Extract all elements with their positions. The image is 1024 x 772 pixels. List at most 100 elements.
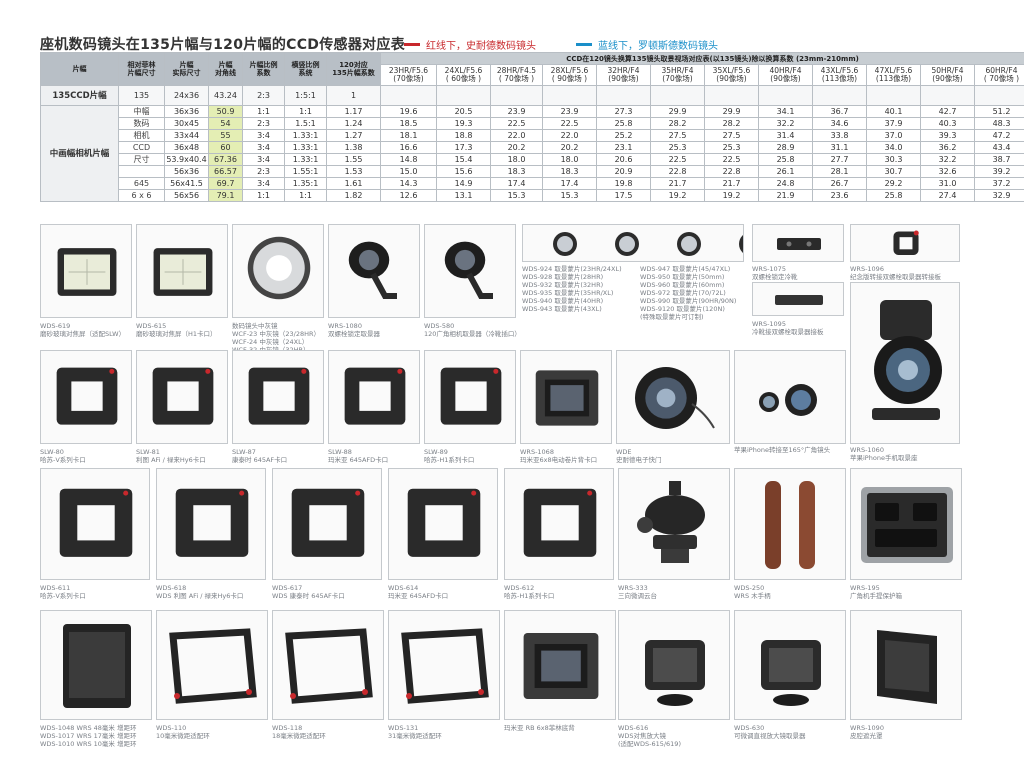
cell-focal-equiv: 25.8	[596, 117, 651, 130]
cell-focal-equiv: 19.3	[436, 117, 491, 130]
product-image	[752, 224, 844, 262]
adapter-plate-icon	[152, 367, 214, 425]
col-diagonal: 片幅 对角线	[208, 52, 243, 86]
product-image	[40, 610, 152, 720]
product-caption: SLW-81 利图 AFi / 禄来Hy6卡口	[136, 448, 206, 464]
product-caption: WRS-1090 皮腔遮光罩	[850, 724, 884, 740]
adapter-frame-icon	[169, 628, 257, 704]
cell-size: 36x36	[164, 105, 209, 118]
cell-focal-equiv: 20.2	[490, 141, 543, 154]
product-description: 磨砂玻璃对焦屏（H1卡口）	[136, 330, 217, 338]
cell-coef: 1.17	[326, 105, 381, 118]
cell-focal-equiv: 20.2	[542, 141, 597, 154]
cell-focal-equiv: 36.7	[812, 105, 867, 118]
cell-aspect: 1:1	[284, 105, 327, 118]
cell-size: 24x36	[164, 85, 209, 106]
product-image	[40, 350, 132, 444]
cell-aspect: 1.33:1	[284, 153, 327, 166]
product-image	[734, 350, 846, 444]
cell-focal-equiv: 15.0	[380, 165, 437, 178]
camera-back-icon	[535, 370, 599, 426]
product-description: 双螺栓锁定冷靴	[752, 273, 798, 281]
cell-focal-equiv: 22.5	[650, 153, 705, 166]
product-model: WDS-924 取景蒙片(23HR/24XL)	[522, 265, 622, 273]
cell-aspect: 1:5:1	[284, 85, 327, 106]
cell-focal-equiv: 34.6	[812, 117, 867, 130]
lens-icon	[634, 366, 715, 430]
adapter-frame-icon	[401, 628, 489, 704]
product-description: 31毫米微距适配环	[388, 732, 442, 740]
adapter-plate-icon	[56, 367, 118, 425]
cold-shoe-plate-icon	[775, 295, 823, 305]
product-description: WDS-943 取景蒙片(43XL)	[522, 305, 602, 313]
product-description: 玛米亚 645AFD卡口	[328, 456, 389, 464]
product-model: WDS-580	[424, 322, 455, 330]
cell-focal-equiv: 22.5	[542, 117, 597, 130]
col-aspect: 横竖比例 系统	[284, 52, 327, 86]
product-image	[618, 468, 730, 580]
legend-red-label: 红线下，史耐德数码镜头	[426, 41, 536, 52]
legend-blue: 蓝线下，罗顿斯德数码镜头	[576, 37, 718, 52]
cell-focal-equiv: 40.3	[920, 117, 975, 130]
empty-cell	[380, 85, 437, 106]
lens-field: ( 70像场 )	[983, 74, 1020, 83]
cell-focal-equiv: 30.7	[866, 165, 921, 178]
product-image	[850, 610, 962, 720]
product-description: WDS-950 取景蒙片(50mm)	[640, 273, 725, 281]
product-description: 广角机手提保护箱	[850, 592, 902, 600]
cell-focal-equiv: 32.6	[920, 165, 975, 178]
viewfinder-icon	[444, 241, 493, 299]
cell-focal-equiv: 28.9	[758, 141, 813, 154]
product-description: 120广角相机取景器（冷靴插口）	[424, 330, 521, 338]
cell-focal-equiv: 22.8	[704, 165, 759, 178]
header: 座机数码镜头在135片幅与120片幅的CCD传感器对应表 红线下，史耐德数码镜头…	[40, 34, 1024, 53]
product-model: 数码镜头中灰镜	[232, 322, 278, 330]
magnifier-hood-icon	[761, 640, 821, 706]
cell-focal-equiv: 21.7	[650, 177, 705, 190]
adapter-plate-icon	[291, 488, 365, 557]
product-image	[734, 468, 846, 580]
lens-field: (90像场)	[716, 74, 747, 83]
cell-ratio: 2:3	[242, 85, 285, 106]
product-description: 冷靴接双螺栓取景器接板	[752, 328, 824, 336]
cell-focal-equiv: 13.1	[436, 189, 491, 202]
cell-aspect: 1:1	[284, 189, 327, 202]
cell-diag: 79.1	[208, 189, 243, 202]
product-description: 苹果iPhone手机取景座	[850, 454, 918, 462]
product-image	[734, 610, 846, 720]
cell-focal-equiv: 21.7	[704, 177, 759, 190]
cell-focal-equiv: 25.8	[758, 153, 813, 166]
cell-sensor-label: 尺寸	[118, 153, 165, 166]
cell-focal-equiv: 19.2	[650, 189, 705, 202]
cell-focal-equiv: 26.7	[812, 177, 867, 190]
product-description: 玛米亚6x8电动卷片背卡口	[520, 456, 598, 464]
cell-focal-equiv: 29.9	[650, 105, 705, 118]
empty-cell	[866, 85, 921, 106]
lens-header: 23HR/F5.6 (70像场)	[380, 64, 437, 86]
product-description: WDS-928 取景蒙片(28HR)	[522, 273, 604, 281]
product-image	[850, 282, 960, 444]
product-description: WDS 利图 AFi / 禄来Hy6卡口	[156, 592, 244, 600]
cell-focal-equiv: 18.1	[380, 129, 437, 142]
lens-field: ( 70像场 )	[498, 74, 535, 83]
product-image	[850, 224, 960, 262]
product-caption: SLW-89 哈苏-H1系列卡口	[424, 448, 474, 464]
product-image	[520, 350, 612, 444]
ground-glass-screen-icon	[57, 248, 117, 296]
cell-focal-equiv: 20.6	[596, 153, 651, 166]
product-model: WRS-1080	[328, 322, 362, 330]
blue-line-icon	[576, 43, 592, 46]
empty-cell	[542, 85, 597, 106]
empty-cell	[974, 85, 1024, 106]
product-description: WDS对焦放大镜	[618, 732, 667, 740]
product-image	[850, 468, 962, 580]
cell-sensor-label: 645	[118, 177, 165, 190]
cell-size: 30x45	[164, 117, 209, 130]
cell-focal-equiv: 37.0	[866, 129, 921, 142]
cell-focal-equiv: 43.4	[974, 141, 1024, 154]
cell-ratio: 3:4	[242, 129, 285, 142]
lens-header: 60HR/F4( 70像场 )	[974, 64, 1024, 86]
camera-case-icon	[861, 487, 953, 563]
product-model: SLW-87	[232, 448, 256, 456]
product-description: (特殊取景蒙片可订制)	[640, 313, 704, 321]
